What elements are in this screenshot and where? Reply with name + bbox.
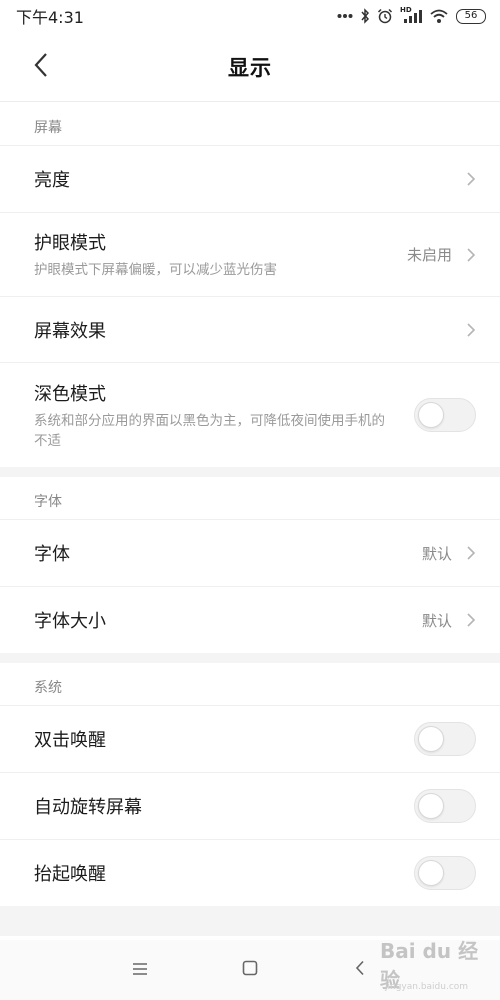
more-dots-icon [337,13,353,19]
header: 显示 [0,32,500,102]
row-title-dark-mode: 深色模式 [34,383,106,405]
row-subtitle-dark-mode: 系统和部分应用的界面以黑色为主，可降低夜间使用手机的不适 [34,412,385,449]
alarm-icon [377,8,393,24]
toggle-knob [418,726,444,752]
row-value-font: 默认 [421,544,452,563]
row-double-tap-wake[interactable]: 双击唤醒 [0,705,500,772]
section-divider [0,653,500,663]
chevron-right-icon [462,246,476,264]
wifi-icon [429,8,449,24]
section-label-system: 系统 [0,663,500,705]
auto-rotate-toggle[interactable] [414,789,476,823]
row-dark-mode[interactable]: 深色模式 系统和部分应用的界面以黑色为主，可降低夜间使用手机的不适 [0,362,500,467]
home-icon [242,960,258,980]
row-font-size[interactable]: 字体大小 默认 [0,586,500,653]
double-tap-wake-toggle[interactable] [414,722,476,756]
row-title-font: 字体 [34,544,70,565]
row-title-brightness: 亮度 [34,170,70,191]
home-button[interactable] [238,958,262,982]
row-brightness[interactable]: 亮度 [0,145,500,212]
bluetooth-icon [360,8,370,24]
row-title-double-tap-wake: 双击唤醒 [34,730,106,751]
row-font[interactable]: 字体 默认 [0,519,500,586]
hd-badge: HD [400,6,412,14]
chevron-right-icon [462,544,476,562]
back-button[interactable] [26,52,56,82]
raise-to-wake-toggle[interactable] [414,856,476,890]
chevron-left-icon [33,51,49,83]
nav-back-button[interactable] [348,958,372,982]
row-title-font-size: 字体大小 [34,611,106,632]
chevron-right-icon [462,170,476,188]
section-divider [0,906,500,936]
watermark-url: jingyan.baidu.com [385,982,469,992]
row-value-eye-care: 未启用 [406,246,452,264]
row-value-font-size: 默认 [421,611,452,630]
row-title-auto-rotate: 自动旋转屏幕 [34,797,142,818]
chevron-right-icon [462,321,476,339]
section-label-font: 字体 [0,477,500,519]
settings-list: 屏幕 亮度 护眼模式 护眼模式下屏幕偏暖，可以减少蓝光伤害 未启用 屏幕效果 深… [0,103,500,936]
menu-icon [132,961,148,980]
section-divider [0,467,500,477]
page-title: 显示 [228,55,272,80]
battery-icon: 56 [456,8,486,24]
chevron-right-icon [462,611,476,629]
row-raise-to-wake[interactable]: 抬起唤醒 [0,839,500,906]
row-auto-rotate[interactable]: 自动旋转屏幕 [0,772,500,839]
baidu-watermark-logo: Bai du 经验 [380,939,479,992]
row-subtitle-eye-care: 护眼模式下屏幕偏暖，可以减少蓝光伤害 [34,262,277,278]
signal-icon: HD [400,6,422,24]
row-title-raise-to-wake: 抬起唤醒 [34,864,106,885]
toggle-knob [418,402,444,428]
menu-button[interactable] [128,958,152,982]
row-eye-care[interactable]: 护眼模式 护眼模式下屏幕偏暖，可以减少蓝光伤害 未启用 [0,212,500,296]
row-screen-effect[interactable]: 屏幕效果 [0,296,500,362]
row-title-screen-effect: 屏幕效果 [34,320,106,342]
status-time: 下午4:31 [16,8,84,27]
row-title-eye-care: 护眼模式 [34,233,106,254]
back-icon [355,960,365,980]
toggle-knob [418,793,444,819]
section-label-screen: 屏幕 [0,103,500,145]
status-bar: 下午4:31 HD 56 [0,0,500,32]
dark-mode-toggle[interactable] [414,398,476,432]
toggle-knob [418,860,444,886]
status-icons: HD 56 [337,6,486,24]
